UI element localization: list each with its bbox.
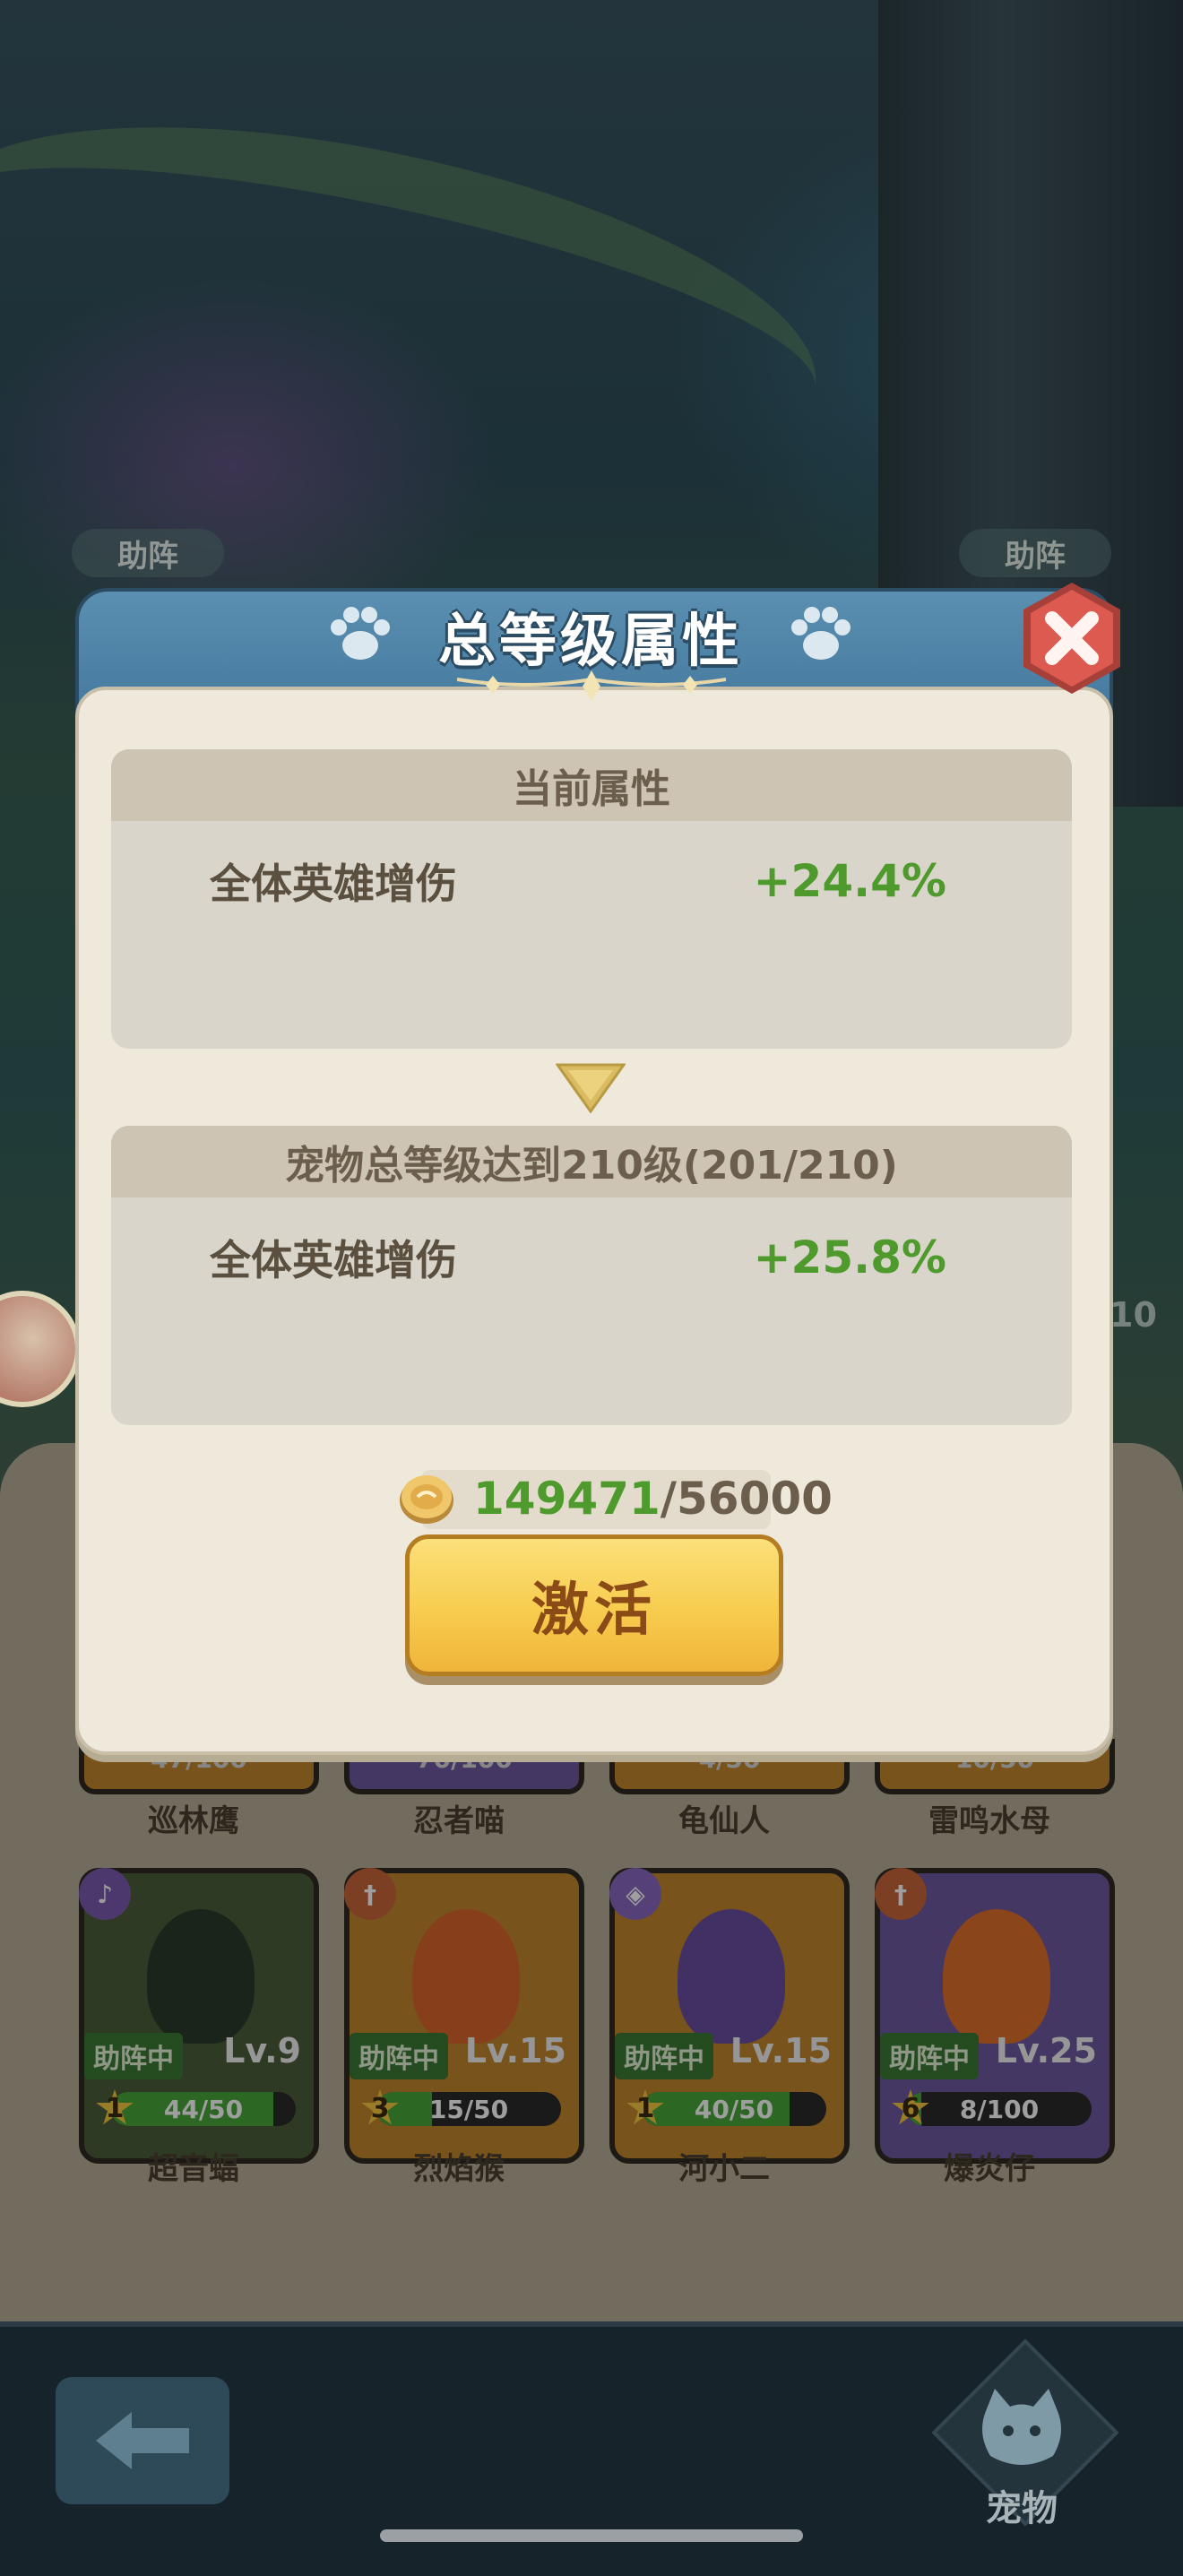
stat-name: 全体英雄增伤: [210, 860, 457, 908]
paw-icon: [791, 607, 851, 660]
next-attr-row: 全体英雄增伤 +25.8%: [210, 1226, 946, 1289]
cost-need: /56000: [660, 1473, 833, 1525]
edge-number: 10: [1110, 1295, 1157, 1335]
assist-tag-left: 助阵: [72, 529, 224, 577]
coin-icon: [400, 1475, 453, 1524]
tree-branch: [0, 62, 845, 530]
back-button[interactable]: [56, 2377, 229, 2504]
activate-button[interactable]: 激活: [405, 1534, 783, 1676]
modal-title: 总等级属性: [438, 609, 743, 675]
current-attr-box: 当前属性 全体英雄增伤 +24.4%: [111, 749, 1072, 1049]
cost-have: 149471: [473, 1473, 661, 1525]
next-attr-header: 宠物总等级达到210级(201/210): [111, 1126, 1072, 1197]
home-indicator: [380, 2529, 803, 2542]
back-arrow-icon: [96, 2412, 189, 2469]
cat-icon: [968, 2375, 1075, 2483]
current-attr-row: 全体英雄增伤 +24.4%: [210, 850, 946, 912]
stat-value: +25.8%: [753, 1232, 946, 1284]
arrow-down-icon: [556, 1063, 626, 1113]
cost-display: 149471/56000: [398, 1466, 833, 1531]
stat-value: +24.4%: [753, 855, 946, 907]
tab-pets[interactable]: 宠物: [931, 2338, 1119, 2529]
close-icon: [1023, 583, 1120, 694]
close-button[interactable]: [1015, 579, 1129, 701]
assist-tag-right: 助阵: [959, 529, 1111, 577]
next-attr-box: 宠物总等级达到210级(201/210) 全体英雄增伤 +25.8%: [111, 1126, 1072, 1425]
tab-pets-label: 宠物: [986, 2488, 1058, 2529]
current-attr-header: 当前属性: [111, 749, 1072, 821]
stat-name: 全体英雄增伤: [210, 1236, 457, 1284]
